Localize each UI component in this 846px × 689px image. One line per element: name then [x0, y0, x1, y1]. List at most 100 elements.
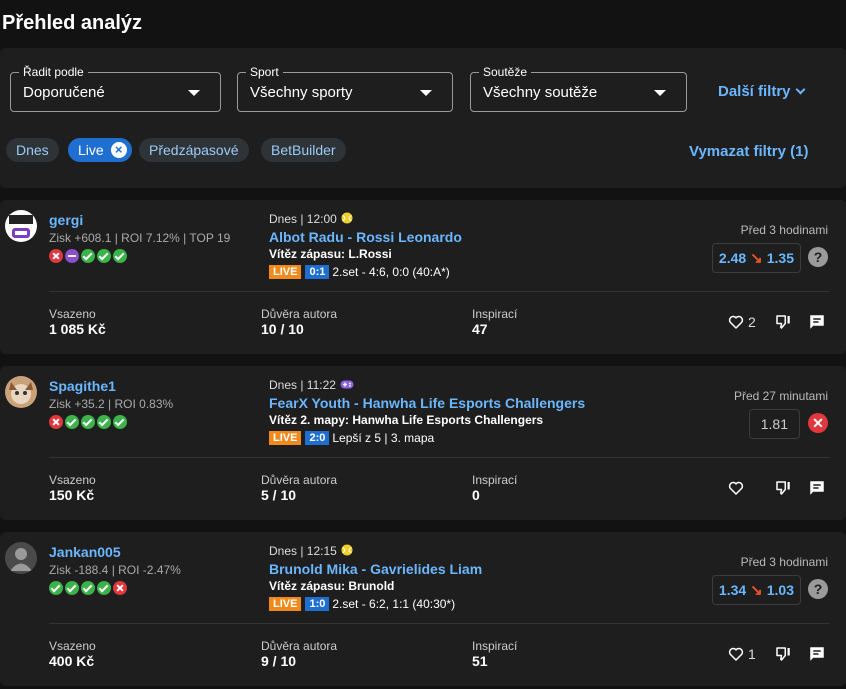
heart-icon[interactable] [727, 479, 745, 497]
market: Vítěz zápasu: L.Rossi [269, 247, 392, 261]
competition-select-label: Soutěže [479, 65, 532, 79]
thumbs-down-icon[interactable] [774, 479, 792, 497]
sport-select-value: Všechny sporty [250, 84, 353, 101]
card-actions: 2 [727, 313, 826, 331]
time-ago: Před 27 minutami [733, 389, 828, 403]
score-badge: 0:1 [305, 265, 330, 279]
like-count: 1 [748, 646, 756, 662]
caret-down-icon [654, 90, 666, 96]
card-actions [727, 479, 826, 497]
more-filters-label: Další filtry [718, 83, 791, 100]
live-status: LIVE 1:0 2.set - 6:2, 1:1 (40:30*) [269, 597, 455, 612]
odds-new: 1.03 [766, 582, 794, 598]
sport-select[interactable]: Sport Všechny sporty [237, 65, 453, 112]
user-stats: Zisk -188.4 | ROI -2.47% [49, 563, 181, 577]
win-icon [81, 415, 95, 429]
analysis-card[interactable]: Jankan005 Zisk -188.4 | ROI -2.47% Dnes … [0, 532, 846, 686]
win-icon [81, 581, 95, 595]
chip-prematch[interactable]: Předzápasové [139, 138, 249, 162]
username[interactable]: Jankan005 [49, 544, 121, 560]
tennis-ball-icon [341, 212, 353, 226]
chip-betbuilder[interactable]: BetBuilder [261, 138, 346, 162]
competition-select-value: Všechny soutěže [483, 84, 598, 101]
clear-filters-button[interactable]: Vymazat filtry (1) [689, 143, 808, 160]
inspired-value: 47 [472, 321, 488, 337]
inspired-value: 0 [472, 487, 480, 503]
competition-select[interactable]: Soutěže Všechny soutěže [470, 65, 687, 112]
chip-label: BetBuilder [271, 142, 336, 158]
odds-box[interactable]: 1.81 [748, 409, 800, 439]
match-link[interactable]: Brunold Mika - Gavrielides Liam [269, 561, 482, 577]
lost-icon: ✕ [808, 413, 828, 433]
win-icon [81, 249, 95, 263]
inspired-label: Inspirací [472, 473, 518, 487]
analysis-card[interactable]: gergi Zisk +608.1 | ROI 7.12% | TOP 19 D… [0, 200, 846, 354]
market-label: Vítěz zápasu: [269, 579, 346, 593]
confidence-label: Důvěra autora [261, 307, 338, 321]
loss-icon [49, 415, 63, 429]
caret-down-icon [420, 90, 432, 96]
inspired-value: 51 [472, 653, 488, 669]
chip-label: Live [78, 142, 104, 158]
market-pick: Hanwha Life Esports Challengers [352, 413, 544, 427]
chip-today[interactable]: Dnes [6, 138, 59, 162]
arrow-down-right-icon: ↘ [750, 250, 763, 267]
loss-icon [49, 249, 63, 263]
odds-box[interactable]: 2.48 ↘ 1.35 [711, 243, 801, 273]
chevron-down-icon [795, 84, 805, 95]
caret-down-icon [188, 90, 200, 96]
match-link[interactable]: FearX Youth - Hanwha Life Esports Challe… [269, 395, 585, 411]
win-icon [97, 415, 111, 429]
win-icon [97, 249, 111, 263]
chip-label: Předzápasové [149, 142, 239, 158]
stake-label: Vsazeno [49, 307, 96, 321]
market: Vítěz zápasu: Brunold [269, 579, 394, 593]
more-filters-button[interactable]: Další filtry [718, 83, 805, 100]
avatar[interactable] [5, 542, 37, 574]
divider [49, 291, 829, 292]
chip-label: Dnes [16, 142, 49, 158]
live-info: 2.set - 6:2, 1:1 (40:30*) [332, 597, 456, 611]
odds-old: 1.34 [718, 582, 747, 598]
odds-old: 2.48 [718, 250, 747, 266]
confidence-value: 10 / 10 [261, 321, 304, 337]
market-label: Vítěz zápasu: [269, 247, 346, 261]
sort-select[interactable]: Řadit podle Doporučené [10, 65, 221, 112]
market-pick: L.Rossi [348, 247, 392, 261]
recent-form [49, 415, 129, 431]
divider [49, 457, 829, 458]
username[interactable]: Spagithe1 [49, 378, 116, 394]
comment-icon[interactable] [808, 479, 826, 497]
comment-icon[interactable] [808, 645, 826, 663]
match-time-text: Dnes | 12:00 [269, 212, 337, 226]
live-info: 2.set - 4:6, 0:0 (40:A*) [332, 265, 450, 279]
match-link[interactable]: Albot Radu - Rossi Leonardo [269, 229, 462, 245]
inspired-label: Inspirací [472, 639, 518, 653]
question-icon[interactable]: ? [808, 247, 828, 267]
heart-icon[interactable] [727, 645, 745, 663]
user-stats: Zisk +35.2 | ROI 0.83% [49, 397, 174, 411]
question-icon[interactable]: ? [808, 579, 828, 599]
close-icon[interactable]: × [110, 142, 127, 158]
recent-form [49, 249, 129, 265]
recent-form [49, 581, 129, 597]
confidence-label: Důvěra autora [261, 639, 338, 653]
like-count: 2 [748, 314, 756, 330]
avatar[interactable] [5, 376, 37, 408]
inspired-label: Inspirací [472, 307, 518, 321]
thumbs-down-icon[interactable] [774, 645, 792, 663]
comment-icon[interactable] [808, 313, 826, 331]
market-label: Vítěz 2. mapy: [269, 413, 350, 427]
thumbs-down-icon[interactable] [774, 313, 792, 331]
analysis-card[interactable]: Spagithe1 Zisk +35.2 | ROI 0.83% Dnes | … [0, 366, 846, 520]
page-title: Přehled analýz [2, 12, 143, 34]
heart-icon[interactable] [727, 313, 745, 331]
odds-box[interactable]: 1.34 ↘ 1.03 [711, 575, 801, 605]
market-pick: Brunold [348, 579, 395, 593]
chip-live[interactable]: Live × [68, 138, 132, 162]
sport-select-label: Sport [246, 65, 283, 79]
username[interactable]: gergi [49, 212, 83, 228]
sort-select-label: Řadit podle [19, 65, 88, 79]
gamepad-icon [340, 378, 354, 392]
avatar[interactable] [5, 210, 37, 242]
